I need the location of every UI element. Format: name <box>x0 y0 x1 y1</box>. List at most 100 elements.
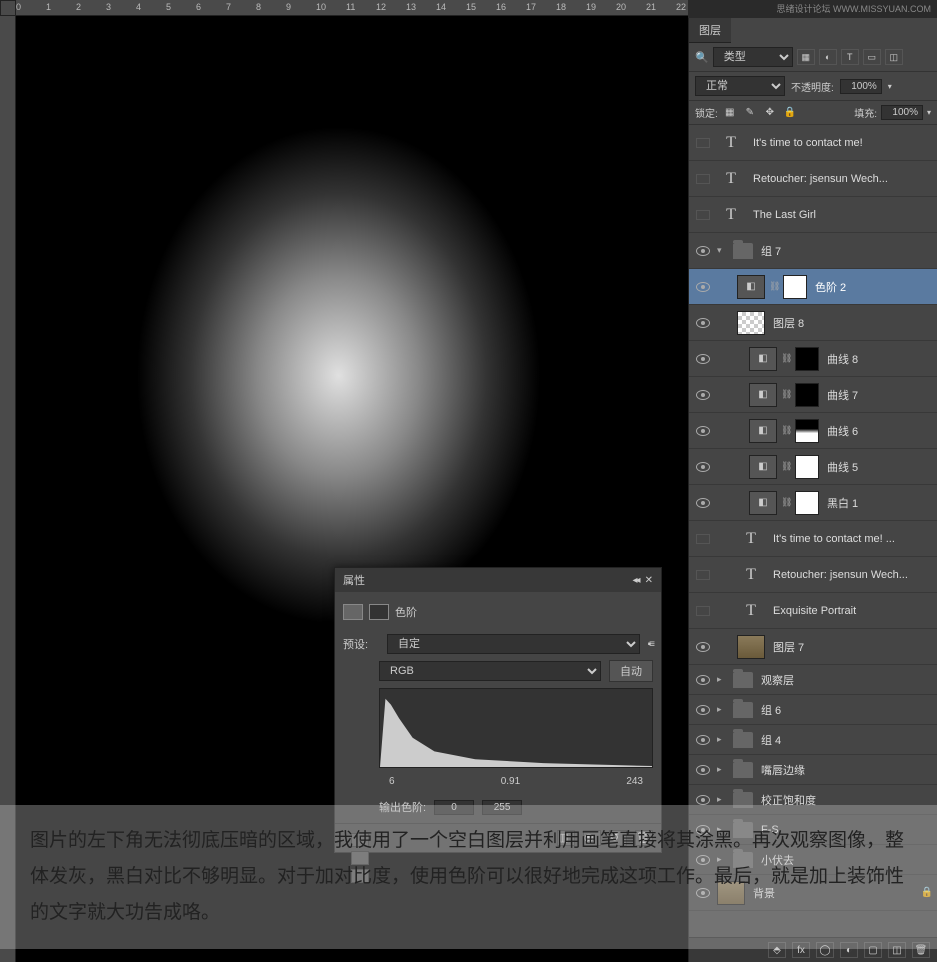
lock-transparency-icon[interactable]: ▦ <box>722 106 738 120</box>
preset-select[interactable]: 自定 <box>387 634 640 654</box>
fill-input[interactable] <box>881 105 923 120</box>
collapse-icon[interactable]: ◂◂ <box>632 575 638 586</box>
chevron-down-icon[interactable]: ▾ <box>888 82 892 91</box>
layer-name[interactable]: 色阶 2 <box>811 279 933 295</box>
layer-row[interactable]: ◧ ⛓ 色阶 2 <box>689 269 937 305</box>
eye-icon[interactable] <box>696 765 710 775</box>
layer-row[interactable]: TThe Last Girl <box>689 197 937 233</box>
layer-name[interactable]: 曲线 5 <box>823 459 933 475</box>
eye-icon[interactable] <box>696 462 710 472</box>
input-highlights[interactable]: 243 <box>626 776 643 787</box>
layer-name[interactable]: The Last Girl <box>749 209 933 221</box>
layer-row[interactable]: TExquisite Portrait <box>689 593 937 629</box>
visibility-toggle[interactable] <box>693 705 713 715</box>
visibility-toggle[interactable] <box>693 462 713 472</box>
filter-text-icon[interactable]: T <box>841 49 859 65</box>
adjustment-thumb[interactable]: ◧ <box>749 419 777 443</box>
expand-arrow-icon[interactable]: ▾ <box>717 245 729 256</box>
mask-mode-icon[interactable] <box>369 604 389 620</box>
eye-icon[interactable] <box>696 426 710 436</box>
blend-mode-select[interactable]: 正常 <box>695 76 785 96</box>
visibility-toggle[interactable] <box>693 246 713 256</box>
visibility-toggle[interactable] <box>693 210 713 220</box>
adjustment-thumb[interactable]: ◧ <box>749 347 777 371</box>
visibility-toggle[interactable] <box>693 606 713 616</box>
visibility-toggle[interactable] <box>693 570 713 580</box>
layer-name[interactable]: It's time to contact me! <box>749 137 933 149</box>
eye-icon[interactable] <box>696 675 710 685</box>
layer-row[interactable]: ◧ ⛓ 曲线 5 <box>689 449 937 485</box>
layer-mask-thumb[interactable] <box>795 383 819 407</box>
eye-icon[interactable] <box>696 705 710 715</box>
link-icon[interactable]: ⛓ <box>781 389 791 400</box>
layer-row[interactable]: ▸ 观察层 <box>689 665 937 695</box>
layer-row[interactable]: ◧⛓黑白 1 <box>689 485 937 521</box>
eye-icon[interactable] <box>696 318 710 328</box>
expand-arrow-icon[interactable]: ▸ <box>717 794 729 805</box>
layer-name[interactable]: 观察层 <box>757 672 933 688</box>
eye-icon[interactable] <box>696 390 710 400</box>
eye-off-icon[interactable] <box>696 534 710 544</box>
visibility-toggle[interactable] <box>693 138 713 148</box>
layer-name[interactable]: 曲线 7 <box>823 387 933 403</box>
eye-off-icon[interactable] <box>696 174 710 184</box>
layer-row[interactable]: ◧⛓曲线 7 <box>689 377 937 413</box>
layer-name[interactable]: 组 4 <box>757 732 933 748</box>
histogram[interactable] <box>379 688 653 768</box>
filter-smart-icon[interactable]: ◫ <box>885 49 903 65</box>
filter-type-select[interactable]: 类型 <box>713 47 793 67</box>
eye-icon[interactable] <box>696 354 710 364</box>
close-icon[interactable]: ✕ <box>645 575 653 586</box>
layer-row[interactable]: ▾组 7 <box>689 233 937 269</box>
input-midtones[interactable]: 0.91 <box>501 776 520 787</box>
layer-name[interactable]: Retoucher: jsensun Wech... <box>749 173 933 185</box>
link-icon[interactable]: ⛓ <box>781 461 791 472</box>
input-shadows[interactable]: 6 <box>389 776 395 787</box>
eye-icon[interactable] <box>696 246 710 256</box>
link-icon[interactable]: ⛓ <box>781 425 791 436</box>
layer-row[interactable]: 图层 8 <box>689 305 937 341</box>
eye-off-icon[interactable] <box>696 210 710 220</box>
layer-thumb[interactable] <box>737 635 765 659</box>
layer-name[interactable]: It's time to contact me! ... <box>769 533 933 545</box>
layer-row[interactable]: ◧ ⛓ 曲线 6 <box>689 413 937 449</box>
layer-row[interactable]: TRetoucher: jsensun Wech... <box>689 557 937 593</box>
layer-name[interactable]: Retoucher: jsensun Wech... <box>769 569 933 581</box>
visibility-toggle[interactable] <box>693 318 713 328</box>
layer-mask-thumb[interactable] <box>795 419 819 443</box>
visibility-toggle[interactable] <box>693 765 713 775</box>
layer-mask-thumb[interactable] <box>795 347 819 371</box>
menu-icon[interactable]: ▪≡ <box>648 639 653 650</box>
layer-name[interactable]: 曲线 6 <box>823 423 933 439</box>
expand-arrow-icon[interactable]: ▸ <box>717 704 729 715</box>
visibility-toggle[interactable] <box>693 426 713 436</box>
eye-icon[interactable] <box>696 642 710 652</box>
layer-name[interactable]: 曲线 8 <box>823 351 933 367</box>
expand-arrow-icon[interactable]: ▸ <box>717 674 729 685</box>
layer-row[interactable]: TIt's time to contact me! ... <box>689 521 937 557</box>
filter-adjust-icon[interactable]: ◐ <box>819 49 837 65</box>
expand-arrow-icon[interactable]: ▸ <box>717 734 729 745</box>
adjustment-thumb[interactable]: ◧ <box>737 275 765 299</box>
visibility-toggle[interactable] <box>693 534 713 544</box>
link-icon[interactable]: ⛓ <box>781 353 791 364</box>
adjustment-thumb[interactable]: ◧ <box>749 455 777 479</box>
layer-row[interactable]: TRetoucher: jsensun Wech... <box>689 161 937 197</box>
visibility-toggle[interactable] <box>693 354 713 364</box>
expand-arrow-icon[interactable]: ▸ <box>717 764 729 775</box>
auto-button[interactable]: 自动 <box>609 660 653 682</box>
visibility-toggle[interactable] <box>693 642 713 652</box>
adjustment-thumb[interactable]: ◧ <box>749 491 777 515</box>
visibility-toggle[interactable] <box>693 795 713 805</box>
layer-row[interactable]: TIt's time to contact me! <box>689 125 937 161</box>
channel-select[interactable]: RGB <box>379 661 601 681</box>
layer-name[interactable]: 图层 7 <box>769 639 933 655</box>
chevron-down-icon[interactable]: ▾ <box>927 108 931 117</box>
eye-icon[interactable] <box>696 735 710 745</box>
visibility-toggle[interactable] <box>693 174 713 184</box>
link-icon[interactable]: ⛓ <box>781 497 791 508</box>
layer-name[interactable]: 嘴唇边缘 <box>757 762 933 778</box>
filter-pixel-icon[interactable]: ▦ <box>797 49 815 65</box>
layer-name[interactable]: 组 6 <box>757 702 933 718</box>
link-icon[interactable]: ⛓ <box>769 281 779 292</box>
